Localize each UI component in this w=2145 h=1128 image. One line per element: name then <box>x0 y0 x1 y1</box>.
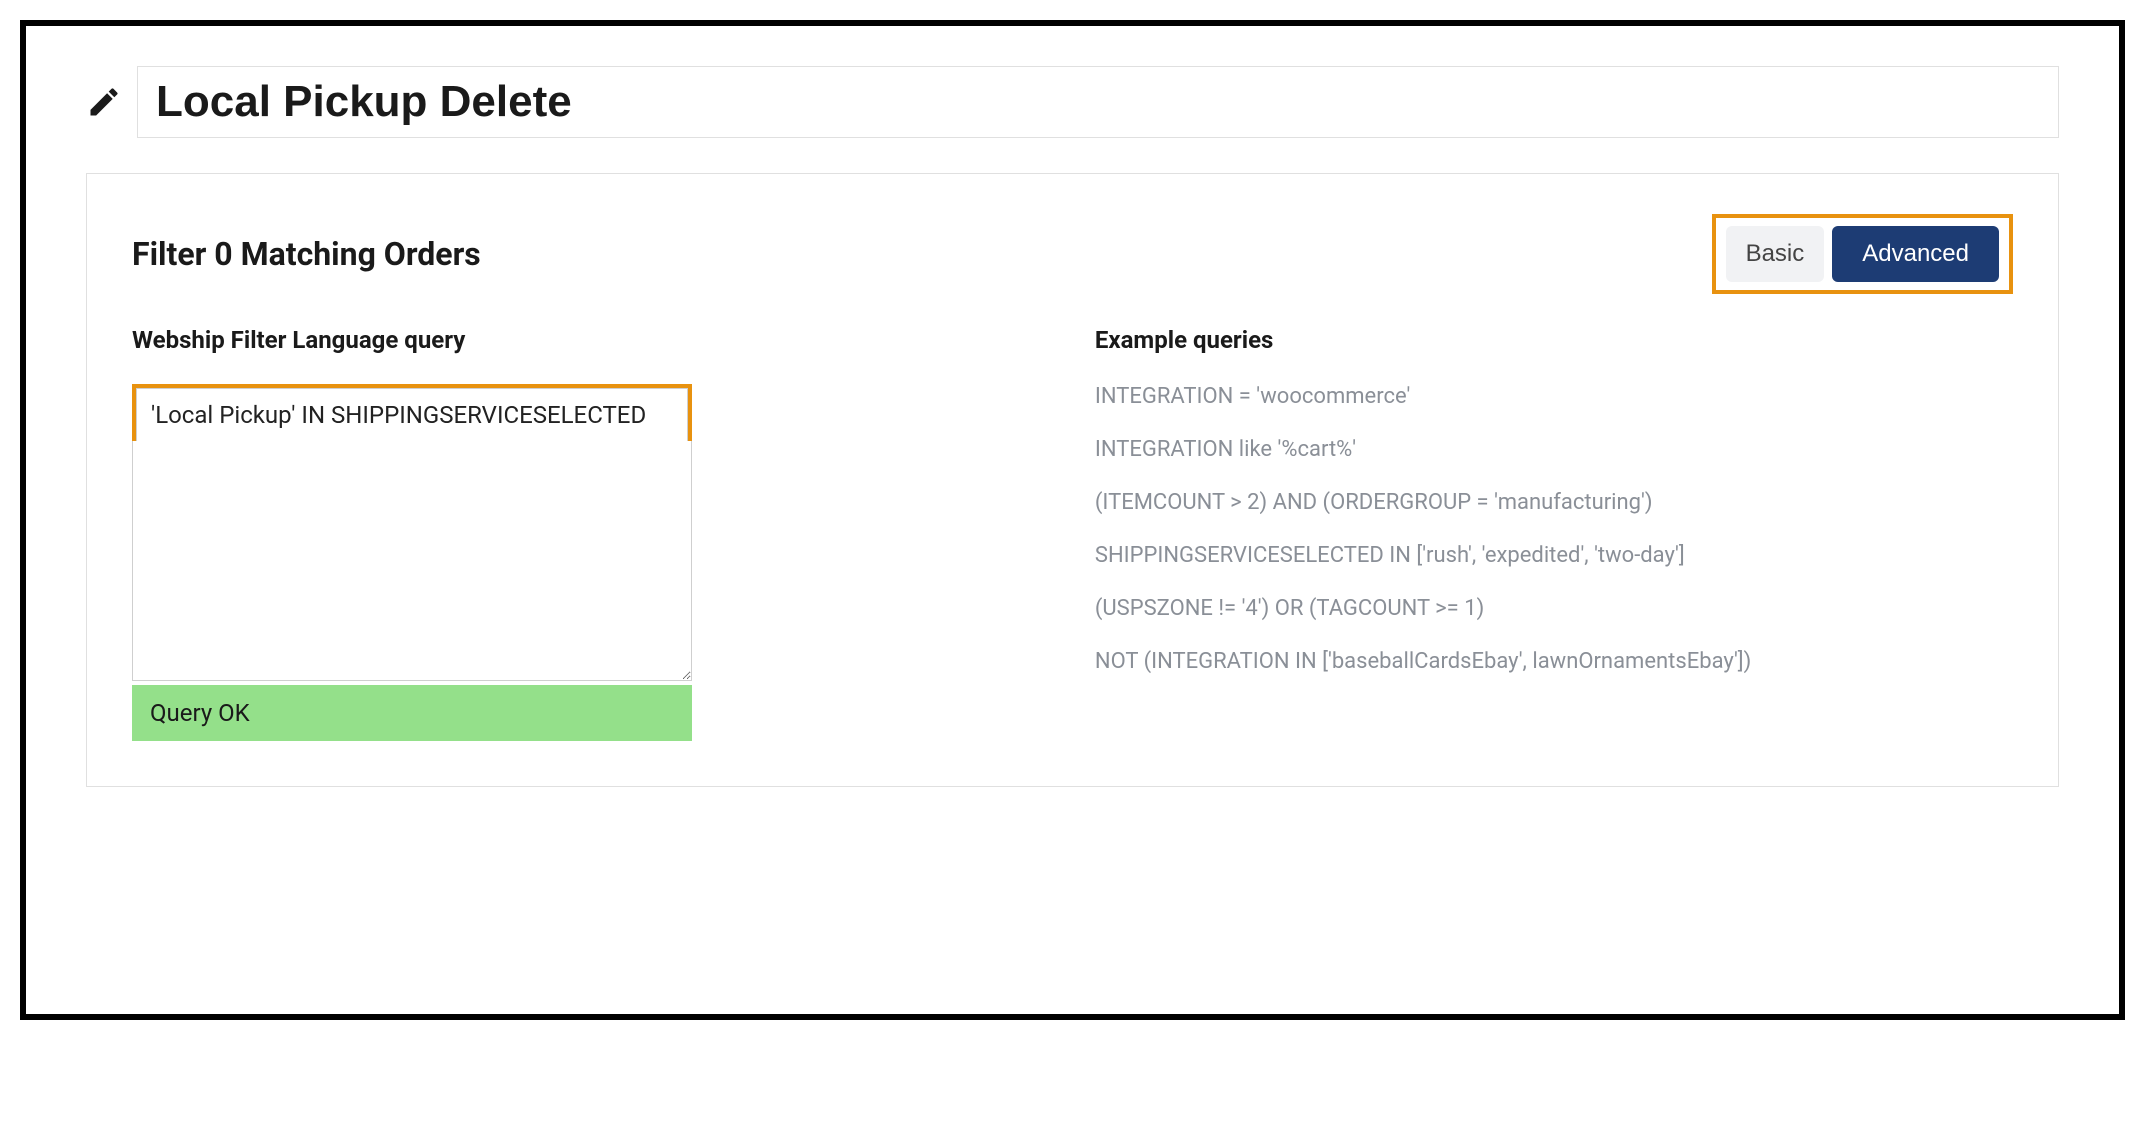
query-label: Webship Filter Language query <box>132 326 1035 354</box>
query-highlight-box: 'Local Pickup' IN SHIPPINGSERVICESELECTE… <box>132 384 692 445</box>
filter-panel: Filter 0 Matching Orders Basic Advanced … <box>86 173 2059 787</box>
example-item: INTEGRATION = 'woocommerce' <box>1095 384 2013 409</box>
query-textarea-container: 'Local Pickup' IN SHIPPINGSERVICESELECTE… <box>132 384 692 685</box>
advanced-button[interactable]: Advanced <box>1832 226 1999 282</box>
query-textarea[interactable] <box>132 441 692 681</box>
example-item: NOT (INTEGRATION IN ['baseballCardsEbay'… <box>1095 649 2013 674</box>
mode-toggle-highlight: Basic Advanced <box>1712 214 2013 294</box>
examples-label: Example queries <box>1095 326 2013 354</box>
title-row <box>86 66 2059 138</box>
query-status: Query OK <box>132 685 692 741</box>
panel-columns: Webship Filter Language query 'Local Pic… <box>132 326 2013 741</box>
example-item: INTEGRATION like '%cart%' <box>1095 437 2013 462</box>
query-column: Webship Filter Language query 'Local Pic… <box>132 326 1035 741</box>
query-text-line: 'Local Pickup' IN SHIPPINGSERVICESELECTE… <box>136 388 688 441</box>
examples-column: Example queries INTEGRATION = 'woocommer… <box>1095 326 2013 741</box>
rule-title-input[interactable] <box>137 66 2059 138</box>
app-frame: Filter 0 Matching Orders Basic Advanced … <box>20 20 2125 1020</box>
basic-button[interactable]: Basic <box>1726 226 1825 282</box>
panel-header: Filter 0 Matching Orders Basic Advanced <box>132 214 2013 294</box>
example-item: SHIPPINGSERVICESELECTED IN ['rush', 'exp… <box>1095 543 2013 568</box>
example-item: (USPSZONE != '4') OR (TAGCOUNT >= 1) <box>1095 596 2013 621</box>
example-item: (ITEMCOUNT > 2) AND (ORDERGROUP = 'manuf… <box>1095 490 2013 515</box>
examples-list: INTEGRATION = 'woocommerce' INTEGRATION … <box>1095 384 2013 674</box>
filter-heading: Filter 0 Matching Orders <box>132 235 481 273</box>
edit-icon[interactable] <box>86 84 122 120</box>
